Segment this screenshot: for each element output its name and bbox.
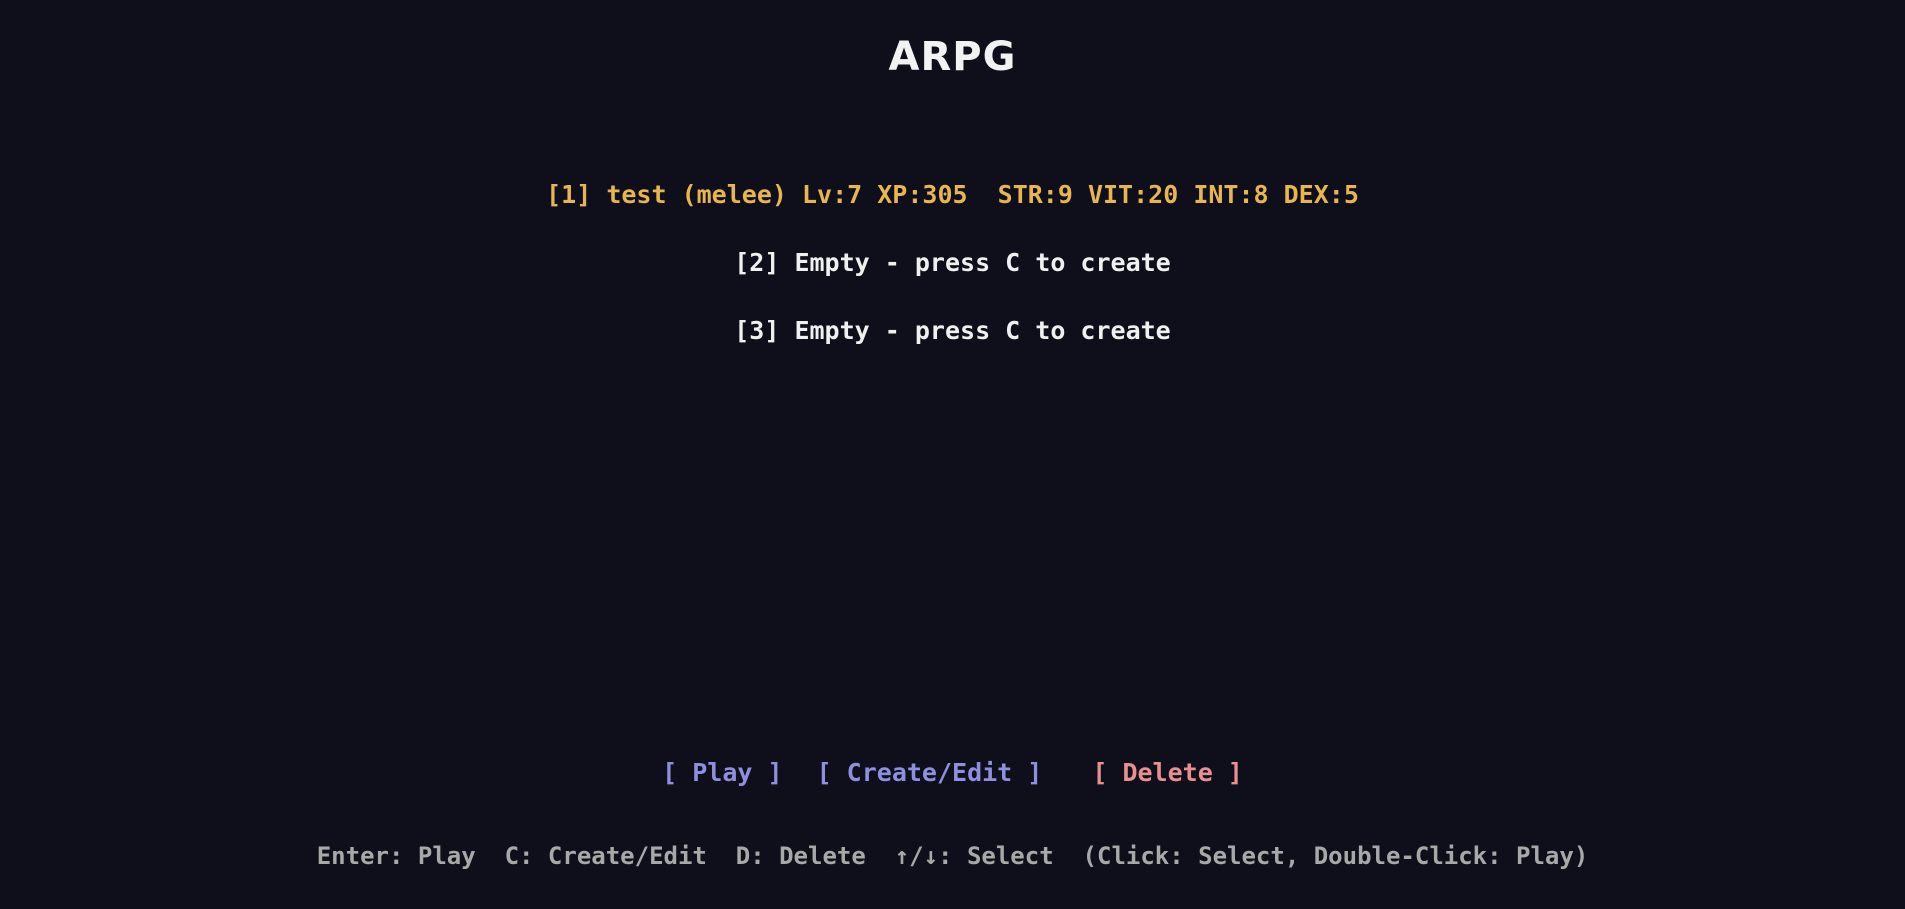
delete-button[interactable]: [ Delete ]	[1092, 758, 1243, 787]
controls-hint: Enter: Play C: Create/Edit D: Delete ↑/↓…	[316, 842, 1589, 870]
save-slot-3[interactable]: [3] Empty - press C to create	[0, 316, 1905, 345]
character-select-screen: ARPG [1] test (melee) Lv:7 XP:305 STR:9 …	[0, 0, 1905, 909]
game-title: ARPG	[888, 34, 1017, 80]
save-slot-1[interactable]: [1] test (melee) Lv:7 XP:305 STR:9 VIT:2…	[0, 180, 1905, 209]
button-spacer	[1042, 758, 1092, 787]
button-spacer	[783, 758, 817, 787]
create-edit-button[interactable]: [ Create/Edit ]	[817, 758, 1043, 787]
play-button[interactable]: [ Play ]	[662, 758, 782, 787]
save-slot-2[interactable]: [2] Empty - press C to create	[0, 248, 1905, 277]
action-buttons: [ Play ] [ Create/Edit ] [ Delete ]	[0, 758, 1905, 787]
